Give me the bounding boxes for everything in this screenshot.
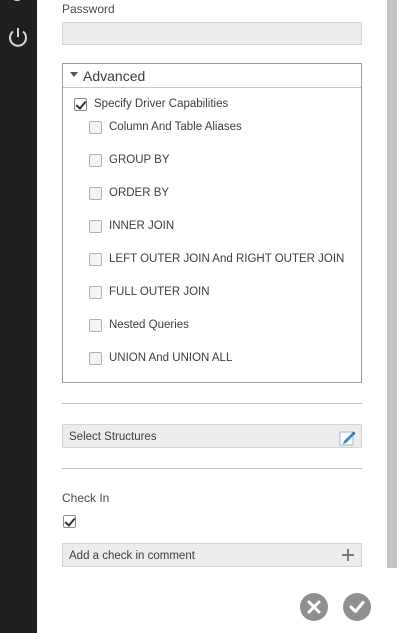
option-label: Column And Table Aliases (109, 121, 242, 133)
check-in-label: Check In (62, 491, 110, 505)
password-input[interactable] (62, 22, 362, 45)
option-label: FULL OUTER JOIN (109, 286, 210, 298)
password-label: Password (62, 2, 115, 16)
option-checkbox-group-by[interactable] (89, 154, 102, 167)
left-sidebar (0, 0, 37, 633)
power-icon[interactable] (6, 25, 30, 49)
option-label: UNION And UNION ALL (109, 352, 233, 364)
check-in-comment-label: Add a check in comment (69, 550, 195, 562)
option-checkbox-union[interactable] (89, 352, 102, 365)
option-checkbox-column-aliases[interactable] (89, 121, 102, 134)
confirm-button[interactable] (343, 593, 371, 621)
option-checkbox-full-outer-join[interactable] (89, 286, 102, 299)
plus-icon[interactable] (341, 548, 355, 562)
option-checkbox-left-right-outer-join[interactable] (89, 253, 102, 266)
option-label: Nested Queries (109, 319, 189, 331)
option-label: GROUP BY (109, 154, 170, 166)
close-icon (307, 600, 321, 614)
option-checkbox-order-by[interactable] (89, 187, 102, 200)
specify-driver-capabilities-checkbox[interactable] (74, 98, 87, 111)
option-label: LEFT OUTER JOIN And RIGHT OUTER JOIN (109, 253, 345, 265)
check-in-comment-field[interactable]: Add a check in comment (62, 543, 362, 567)
option-label: ORDER BY (109, 187, 170, 199)
connection-panel: Password Advanced Specify Driver Capabil… (37, 0, 387, 633)
divider (62, 403, 362, 404)
specify-driver-capabilities-label: Specify Driver Capabilities (94, 98, 229, 110)
collapse-arrow-icon[interactable] (70, 72, 78, 77)
option-checkbox-nested-queries[interactable] (89, 319, 102, 332)
advanced-header[interactable]: Advanced (63, 64, 361, 88)
check-in-checkbox[interactable] (63, 515, 76, 528)
select-structures-label: Select Structures (69, 431, 157, 443)
option-label: INNER JOIN (109, 220, 175, 232)
divider (62, 468, 362, 469)
edit-pencil-icon[interactable] (339, 428, 357, 446)
cancel-button[interactable] (300, 593, 328, 621)
select-structures-field[interactable]: Select Structures (62, 424, 362, 448)
scrollbar-thumb[interactable] (387, 0, 397, 568)
gear-icon[interactable] (5, 0, 29, 10)
option-checkbox-inner-join[interactable] (89, 220, 102, 233)
checkmark-icon (349, 601, 365, 613)
advanced-title: Advanced (83, 68, 146, 84)
advanced-section: Advanced Specify Driver Capabilities Col… (62, 63, 362, 383)
